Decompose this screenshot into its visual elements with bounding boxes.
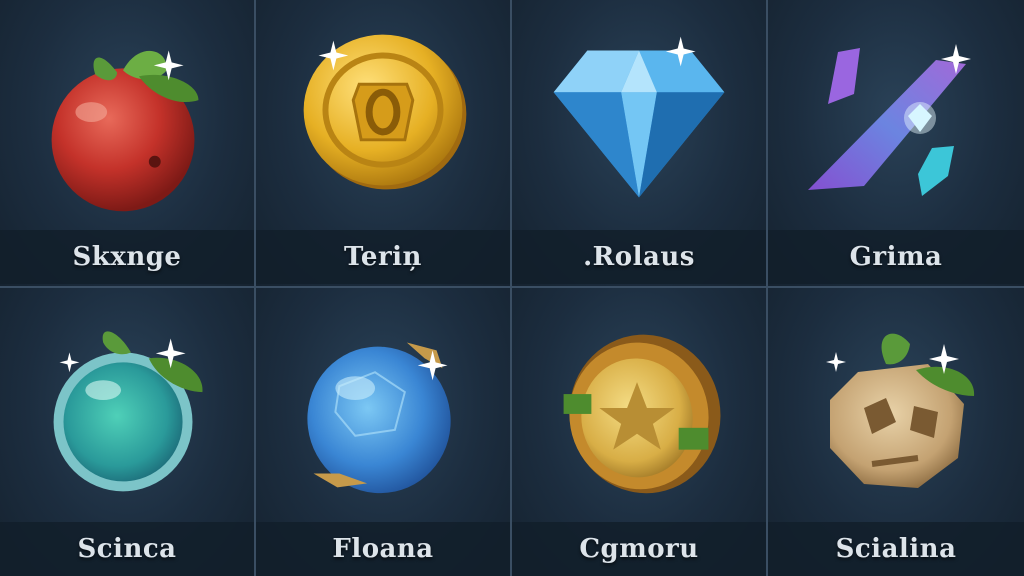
stone-fruit-icon: [768, 288, 1024, 522]
item-card-terin[interactable]: Teriņ: [256, 0, 512, 288]
red-fruit-icon: [0, 0, 254, 234]
blue-gem-icon: [256, 288, 510, 522]
item-grid: Skxnge Teriņ .Rolaus Grima Scinca Floan…: [0, 0, 1024, 576]
star-medallion-icon: [512, 288, 766, 522]
label-bar: .Rolaus: [512, 230, 766, 284]
item-label: Scialina: [835, 534, 957, 564]
item-card-rolaus[interactable]: .Rolaus: [512, 0, 768, 288]
item-card-cgmoru[interactable]: Cgmoru: [512, 288, 768, 576]
gold-coin-icon: [256, 0, 510, 234]
item-card-grima[interactable]: Grima: [768, 0, 1024, 288]
item-label: Teriņ: [344, 242, 422, 272]
teal-orb-icon: [0, 288, 254, 522]
label-bar: Cgmoru: [512, 522, 766, 576]
item-label: Floana: [332, 534, 434, 564]
item-label: Cgmoru: [579, 534, 699, 564]
purple-crystal-icon: [768, 0, 1024, 234]
item-label: Skxnge: [72, 242, 182, 272]
blue-diamond-icon: [512, 0, 766, 234]
label-bar: Floana: [256, 522, 510, 576]
item-label: .Rolaus: [583, 242, 695, 272]
item-label: Scinca: [77, 534, 177, 564]
label-bar: Skxnge: [0, 230, 254, 284]
item-card-floana[interactable]: Floana: [256, 288, 512, 576]
label-bar: Grima: [768, 230, 1024, 284]
item-label: Grima: [849, 242, 943, 272]
label-bar: Teriņ: [256, 230, 510, 284]
item-card-skxnge[interactable]: Skxnge: [0, 0, 256, 288]
label-bar: Scialina: [768, 522, 1024, 576]
item-card-scialina[interactable]: Scialina: [768, 288, 1024, 576]
item-card-scinca[interactable]: Scinca: [0, 288, 256, 576]
label-bar: Scinca: [0, 522, 254, 576]
